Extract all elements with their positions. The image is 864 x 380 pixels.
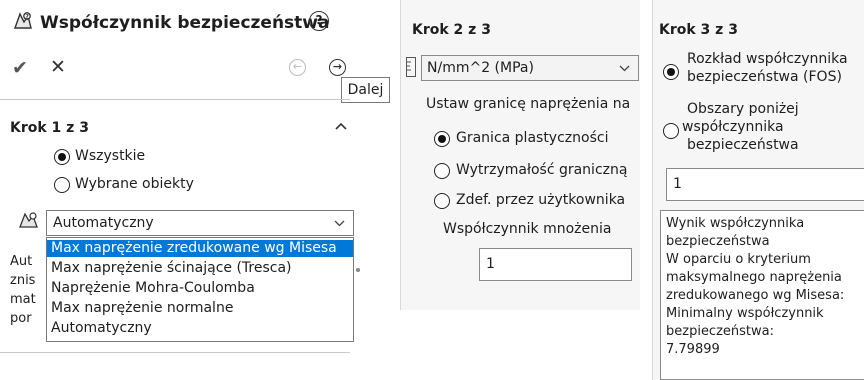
radio-areas-label-line: bezpieczeństwa xyxy=(687,137,799,153)
check-icon[interactable]: ✔ xyxy=(12,57,28,79)
dropdown-option[interactable]: Naprężenie Mohra-Coulomba xyxy=(47,280,353,297)
multiplier-label: Współczynnik mnożenia xyxy=(443,221,612,237)
radio-fos-label-line: Rozkład współczynnika xyxy=(687,51,848,67)
radio-areas-label-line: Obszary poniżej xyxy=(687,101,799,117)
result-line: Wynik współczynnika xyxy=(666,216,805,231)
radio-areas-below[interactable] xyxy=(663,123,679,139)
radio-selected-entities[interactable] xyxy=(54,177,70,193)
back-arrow-icon[interactable]: ← xyxy=(289,59,306,76)
radio-yield-label: Granica plastyczności xyxy=(456,130,609,146)
result-line: W oparciu o kryterium xyxy=(666,252,811,267)
dropdown-option[interactable]: Max naprężenie zredukowane wg Misesa xyxy=(47,240,353,257)
scroll-indicator xyxy=(356,268,360,272)
radio-all-label: Wszystkie xyxy=(75,148,146,164)
step-heading: Krok 2 z 3 xyxy=(412,22,491,38)
dropdown-chevron-icon xyxy=(619,56,630,88)
svg-text:?: ? xyxy=(25,13,29,20)
divider xyxy=(0,352,350,353)
units-icon xyxy=(406,57,416,77)
safety-factor-panel-step1: ? Współczynnik bezpieczeństwa ? ✔ ✕ ← → … xyxy=(0,0,390,380)
step-heading: Krok 3 z 3 xyxy=(659,22,738,38)
dropdown-option[interactable]: Max naprężenie ścinające (Tresca) xyxy=(47,260,353,277)
close-icon[interactable]: ✕ xyxy=(50,56,66,78)
fos-value-input[interactable]: 1 xyxy=(666,168,864,201)
occluded-text-3: mat xyxy=(10,292,36,307)
criterion-icon xyxy=(19,212,38,228)
next-arrow-icon[interactable]: → xyxy=(329,59,346,76)
dropdown-option[interactable]: Max naprężenie normalne xyxy=(47,300,353,317)
divider xyxy=(0,99,350,100)
criterion-select-value: Automatyczny xyxy=(53,215,154,231)
fos-result-box: Wynik współczynnika bezpieczeństwa W opa… xyxy=(660,210,864,380)
radio-fos-label: Rozkład współczynnika bezpieczeństwa (FO… xyxy=(687,50,848,86)
result-line: Minimalny współczynnik xyxy=(666,306,824,321)
stress-limit-label: Ustaw granicę naprężenia na xyxy=(426,96,631,112)
radio-all[interactable] xyxy=(54,149,70,165)
safety-factor-panel-step2: Krok 2 z 3 N/mm^2 (MPa) Ustaw granicę na… xyxy=(400,0,640,310)
result-line: zredukowanego wg Misesa: xyxy=(666,288,845,303)
result-line: bezpieczeństwa: xyxy=(666,324,774,339)
radio-fos-distribution[interactable] xyxy=(663,64,679,80)
criterion-dropdown-list: Max naprężenie zredukowane wg Misesa Max… xyxy=(46,237,354,342)
radio-ultimate-label: Wytrzymałość graniczną xyxy=(456,162,628,178)
factor-of-safety-icon: ? xyxy=(14,12,32,29)
radio-areas-label: Obszary poniżej współczynnika bezpieczeń… xyxy=(682,100,799,154)
radio-user-label: Zdef. przez użytkownika xyxy=(456,192,626,208)
help-icon[interactable]: ? xyxy=(309,11,329,31)
multiplier-input[interactable]: 1 xyxy=(479,248,632,281)
result-line: maksymalnego naprężenia xyxy=(666,270,842,285)
radio-ultimate-strength[interactable] xyxy=(434,163,450,179)
dropdown-option[interactable]: Automatyczny xyxy=(47,320,353,337)
panel-title-text: Współczynnik bezpieczeństwa xyxy=(40,13,330,33)
panel-title: ? Współczynnik bezpieczeństwa xyxy=(12,10,329,33)
step-heading: Krok 1 z 3 xyxy=(10,120,89,136)
result-min-fos-value: 7.79899 xyxy=(666,342,720,357)
collapse-chevron-icon[interactable] xyxy=(335,118,347,134)
occluded-text-4: por xyxy=(10,311,32,326)
radio-selected-label: Wybrane obiekty xyxy=(75,176,194,192)
radio-user-defined[interactable] xyxy=(434,193,450,209)
radio-areas-label-line: współczynnika xyxy=(682,119,784,135)
units-select[interactable]: N/mm^2 (MPa) xyxy=(421,55,639,81)
safety-factor-panel-step3: Krok 3 z 3 Rozkład współczynnika bezpiec… xyxy=(652,0,864,380)
radio-yield-strength[interactable] xyxy=(434,131,450,147)
occluded-text-2: znis xyxy=(10,273,36,288)
result-line: bezpieczeństwa xyxy=(666,234,770,249)
units-select-value: N/mm^2 (MPa) xyxy=(427,60,534,76)
criterion-select[interactable]: Automatyczny xyxy=(46,210,354,236)
occluded-text-1: Aut xyxy=(10,254,33,269)
radio-fos-label-line: bezpieczeństwa (FOS) xyxy=(687,69,842,85)
